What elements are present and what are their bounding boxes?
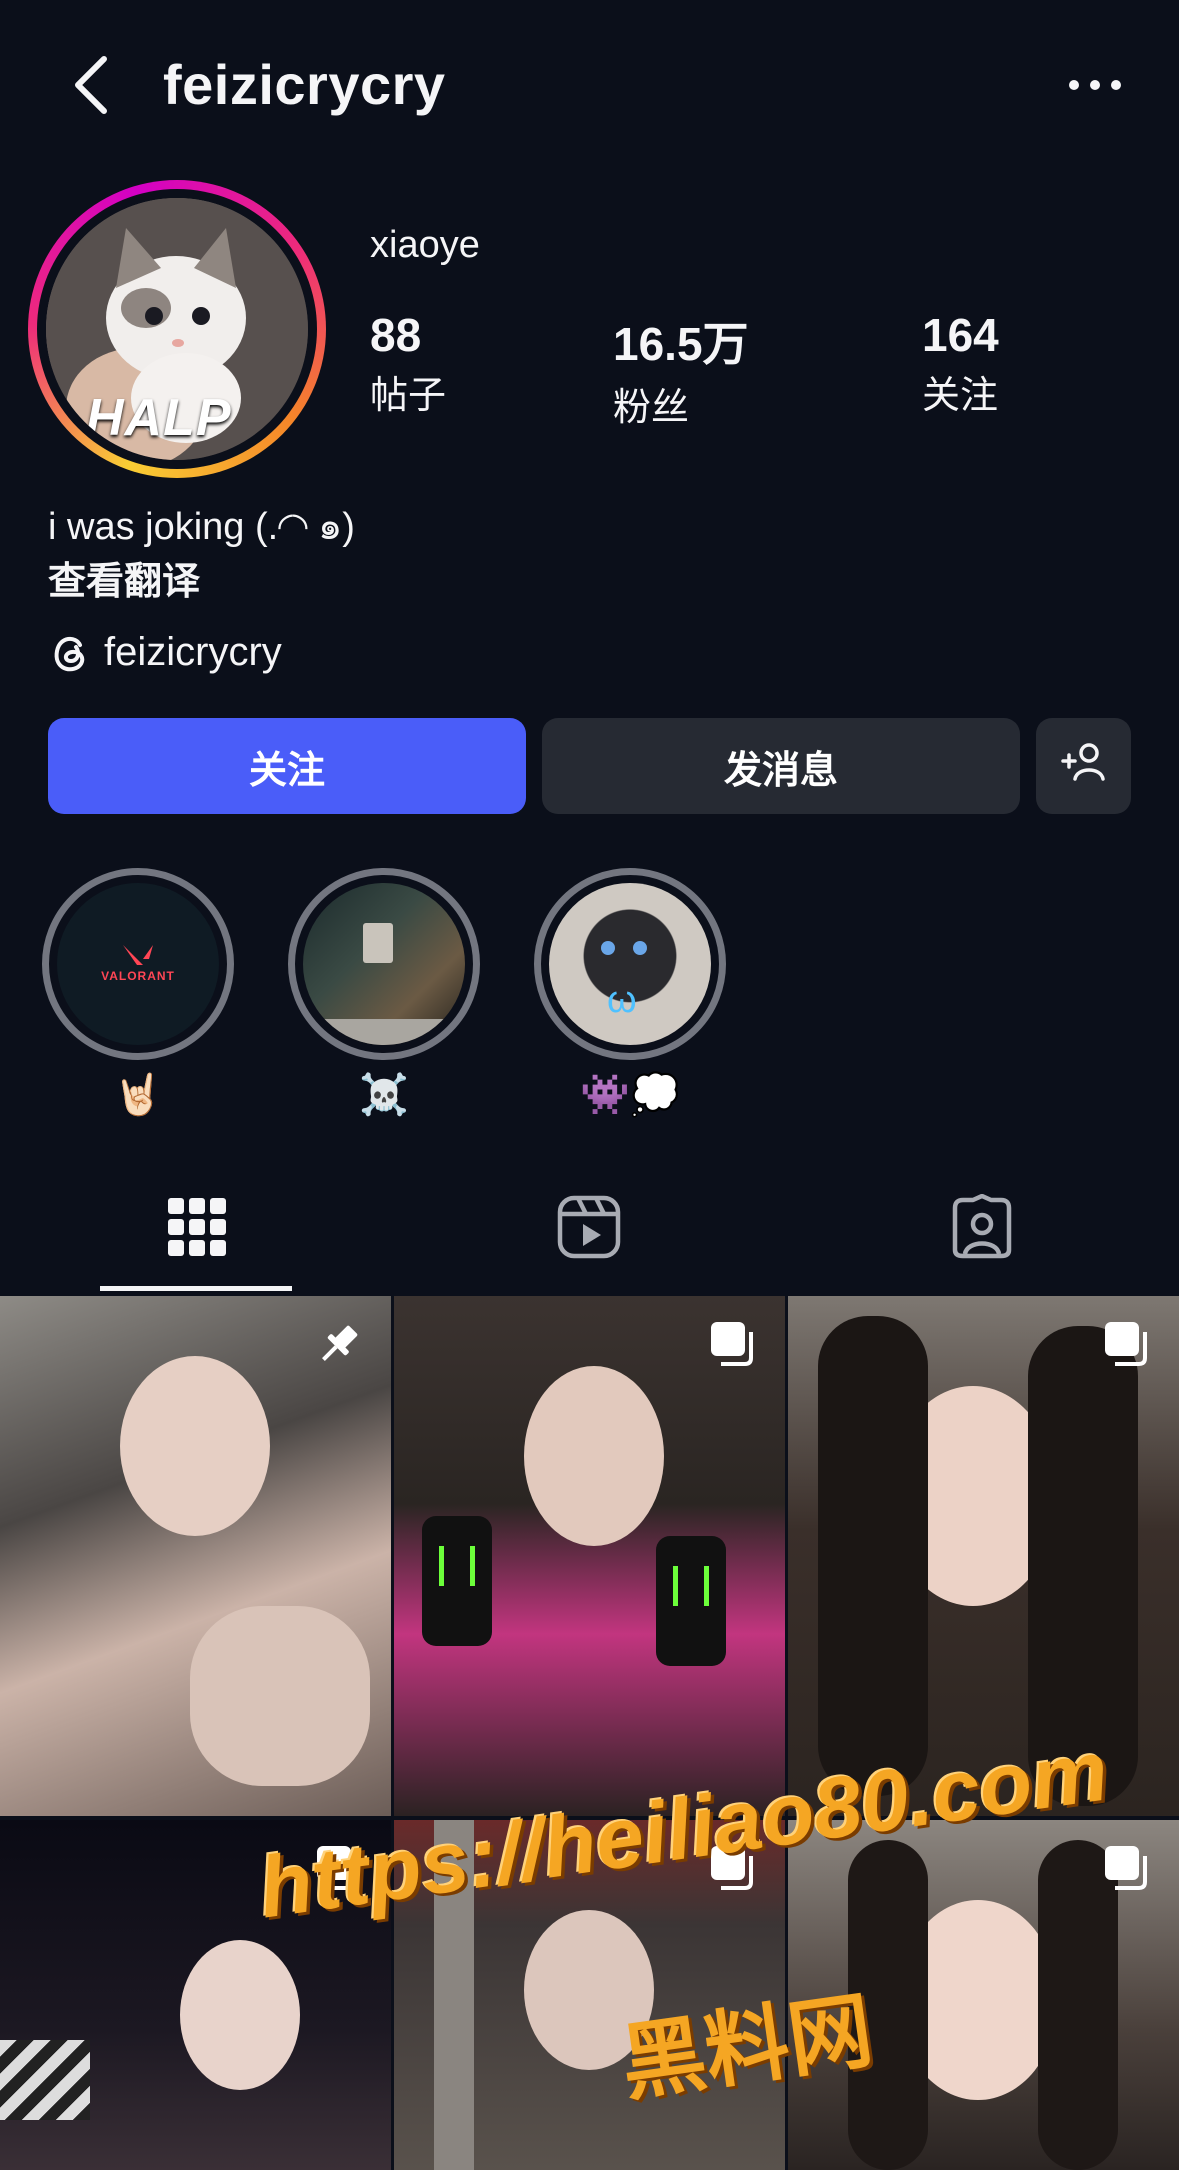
post-thumbnail[interactable] bbox=[394, 1296, 785, 1816]
posts-grid bbox=[0, 1296, 1179, 2170]
message-button[interactable]: 发消息 bbox=[542, 718, 1020, 814]
tab-tagged[interactable] bbox=[949, 1193, 1015, 1260]
highlight-cover-text: ω bbox=[607, 979, 637, 1021]
carousel-icon bbox=[707, 1842, 759, 1894]
bio-text: i was joking (.◜◝ ๑) bbox=[48, 506, 355, 548]
highlight-label: 👾💭 bbox=[580, 1073, 680, 1117]
profile-username-title: feizicrycry bbox=[163, 53, 446, 116]
highlight-3[interactable]: ω 👾💭 bbox=[534, 868, 726, 1120]
post-thumbnail[interactable] bbox=[0, 1296, 391, 1816]
carousel-icon bbox=[1101, 1318, 1153, 1370]
highlight-2[interactable]: ☠️ bbox=[288, 868, 480, 1120]
add-person-icon bbox=[1060, 741, 1107, 791]
highlight-label: 🤘🏻 bbox=[113, 1073, 163, 1117]
stat-followers-value: 16.5万 bbox=[613, 318, 749, 370]
tab-reels[interactable] bbox=[556, 1194, 622, 1260]
highlight-cover: VALORANT bbox=[57, 883, 219, 1045]
grid-icon bbox=[164, 1198, 230, 1264]
tagged-icon bbox=[949, 1193, 1015, 1264]
threads-link[interactable]: feizicrycry bbox=[48, 630, 282, 675]
post-thumbnail[interactable] bbox=[394, 1820, 785, 2170]
stat-posts[interactable]: 88 帖子 bbox=[370, 308, 446, 419]
stat-following-label: 关注 bbox=[922, 375, 999, 417]
avatar-story-ring[interactable]: HALP bbox=[28, 180, 326, 478]
post-thumbnail[interactable] bbox=[788, 1820, 1179, 2170]
stat-posts-value: 88 bbox=[370, 309, 422, 361]
threads-handle: feizicrycry bbox=[104, 630, 282, 674]
active-tab-indicator bbox=[100, 1286, 292, 1291]
pin-icon bbox=[313, 1318, 365, 1370]
more-options-icon[interactable] bbox=[1065, 70, 1125, 100]
stat-following-value: 164 bbox=[922, 309, 999, 361]
highlight-1[interactable]: VALORANT 🤘🏻 bbox=[42, 868, 234, 1120]
avatar-caption: HALP bbox=[86, 389, 232, 447]
back-arrow-icon[interactable] bbox=[68, 55, 118, 115]
follow-button[interactable]: 关注 bbox=[48, 718, 526, 814]
carousel-icon bbox=[313, 1842, 365, 1894]
highlight-cover: ω bbox=[549, 883, 711, 1045]
stat-followers-label: 粉丝 bbox=[613, 387, 690, 429]
display-name: xiaoye bbox=[370, 224, 480, 266]
highlight-cover-text: VALORANT bbox=[101, 969, 175, 983]
stat-following[interactable]: 164 关注 bbox=[922, 308, 999, 419]
threads-icon bbox=[48, 631, 92, 675]
stat-followers[interactable]: 16.5万 粉丝 bbox=[613, 308, 749, 431]
carousel-icon bbox=[1101, 1842, 1153, 1894]
post-thumbnail[interactable] bbox=[788, 1296, 1179, 1816]
highlight-label: ☠️ bbox=[359, 1073, 409, 1117]
highlight-cover bbox=[303, 883, 465, 1045]
suggest-people-button[interactable] bbox=[1036, 718, 1131, 814]
carousel-icon bbox=[707, 1318, 759, 1370]
reels-icon bbox=[556, 1195, 622, 1264]
stat-posts-label: 帖子 bbox=[370, 375, 447, 417]
see-translation-link[interactable]: 查看翻译 bbox=[48, 550, 200, 605]
post-thumbnail[interactable] bbox=[0, 1820, 391, 2170]
tab-posts-grid[interactable] bbox=[164, 1194, 230, 1260]
avatar: HALP bbox=[46, 198, 308, 460]
